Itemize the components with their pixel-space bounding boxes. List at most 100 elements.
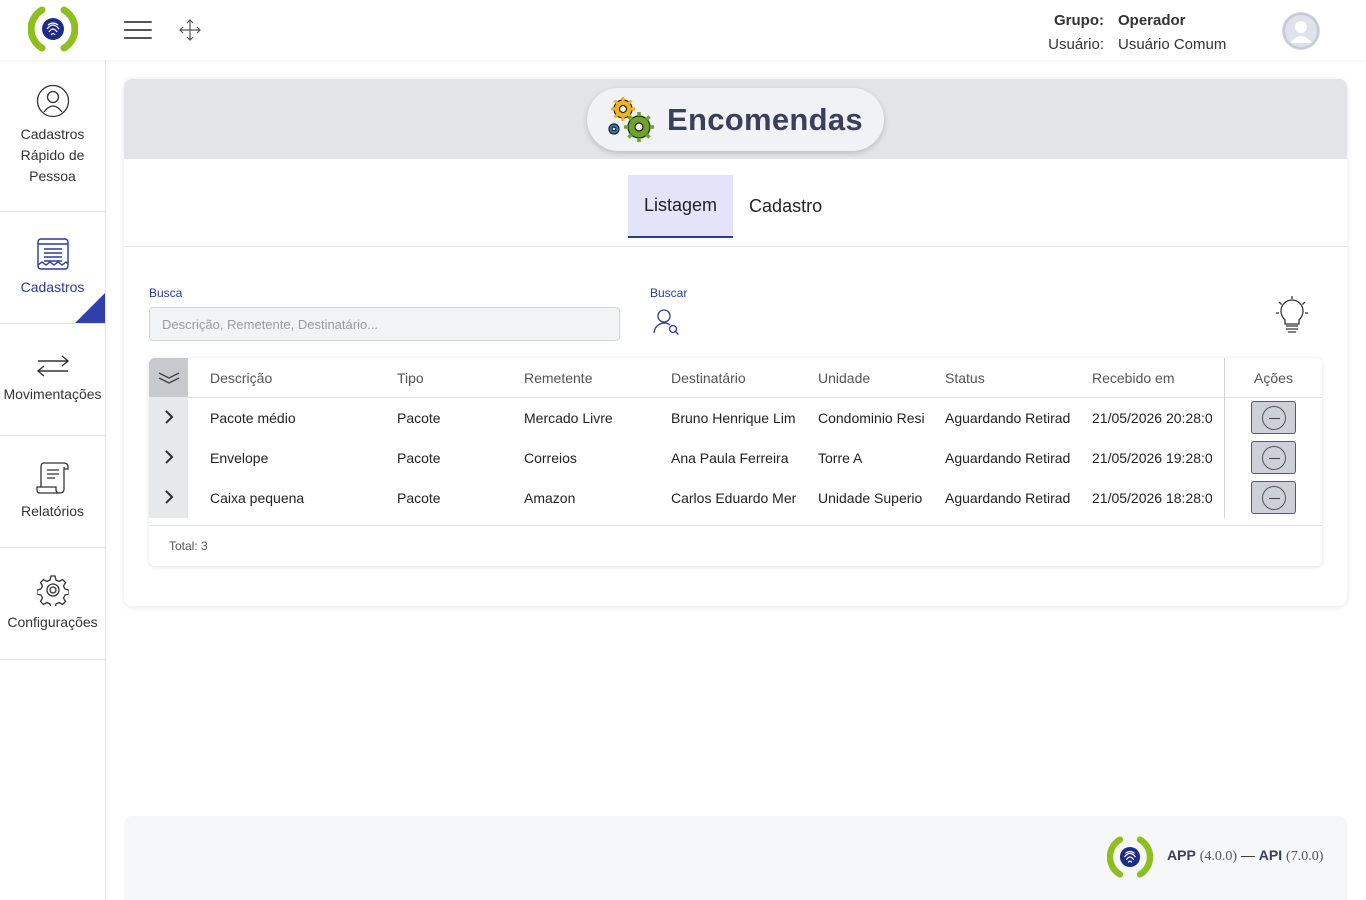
remove-button[interactable] — [1251, 481, 1296, 514]
active-indicator — [75, 293, 105, 323]
buscar-label: Buscar — [650, 286, 688, 300]
tab-bar: Listagem Cadastro — [628, 175, 838, 238]
gear-icon — [36, 575, 69, 606]
actions-column: Ações — [1224, 358, 1322, 518]
cell-destinatario: Ana Paula Ferreira — [671, 450, 789, 466]
remove-button[interactable] — [1251, 441, 1296, 474]
encomendas-table: Descrição Tipo Remetente Destinatário Un… — [149, 358, 1322, 566]
cell-recebido-em: 21/05/2026 19:28:0 — [1092, 450, 1213, 466]
expand-column — [149, 358, 188, 518]
transfer-arrows-icon — [36, 355, 69, 377]
report-scroll-icon — [35, 462, 69, 494]
cell-descricao: Pacote médio — [210, 410, 296, 426]
sidebar: Cadastros Rápido de Pessoa Cadastros Mov… — [0, 60, 106, 900]
sidebar-item-cadastros[interactable]: Cadastros — [0, 212, 105, 324]
top-bar: Grupo: Operador Usuário: Usuário Comum — [0, 0, 1366, 60]
column-header[interactable]: Unidade — [818, 358, 928, 398]
page-title-badge: Encomendas — [587, 88, 884, 151]
footer-logo — [1106, 836, 1154, 878]
sidebar-item-movimentacoes[interactable]: Movimentações — [0, 324, 105, 436]
cell-tipo: Pacote — [397, 450, 441, 466]
cell-recebido-em: 21/05/2026 18:28:0 — [1092, 490, 1213, 506]
version-separator: — — [1240, 847, 1255, 863]
cell-remetente: Amazon — [524, 490, 576, 506]
user-label: Usuário: — [1048, 35, 1104, 53]
cell-unidade: Unidade Superio — [818, 490, 923, 506]
user-search-icon — [653, 309, 679, 335]
cell-unidade: Condominio Resi — [818, 410, 925, 426]
sidebar-item-configuracoes[interactable]: Configurações — [0, 548, 105, 660]
table-total: Total: 3 — [149, 525, 1322, 566]
cell-status: Aguardando Retirad — [945, 490, 1071, 506]
remove-button[interactable] — [1251, 401, 1296, 434]
table-row[interactable]: Caixa pequena Pacote Amazon Carlos Eduar… — [188, 478, 1225, 518]
api-version: (7.0.0) — [1286, 849, 1324, 864]
minus-circle-icon — [1261, 405, 1286, 430]
collapse-all-toggle[interactable] — [149, 358, 188, 397]
table-row[interactable]: Pacote médio Pacote Mercado Livre Bruno … — [188, 398, 1225, 438]
app-logo[interactable] — [27, 6, 79, 52]
divider — [124, 246, 1347, 247]
user-circle-icon — [36, 84, 69, 118]
tab-listagem[interactable]: Listagem — [628, 175, 734, 238]
tab-cadastro[interactable]: Cadastro — [733, 175, 838, 238]
version-info: APP (4.0.0) — API (7.0.0) — [1167, 847, 1323, 865]
page-title: Encomendas — [667, 101, 863, 137]
cell-destinatario: Bruno Henrique Lim — [671, 410, 796, 426]
user-value: Usuário Comum — [1118, 35, 1227, 53]
footer: APP (4.0.0) — API (7.0.0) — [124, 816, 1347, 900]
chevron-right-icon — [164, 490, 173, 504]
sidebar-item-cadastro-rapido-pessoa[interactable]: Cadastros Rápido de Pessoa — [0, 60, 105, 212]
column-header[interactable]: Descrição — [210, 358, 380, 398]
sidebar-item-label: Cadastros Rápido de Pessoa — [20, 126, 85, 184]
fullscreen-toggle-icon[interactable] — [178, 18, 202, 42]
cell-descricao: Caixa pequena — [210, 490, 305, 506]
search-user-button[interactable] — [652, 307, 684, 339]
hamburger-menu-icon[interactable] — [124, 18, 152, 42]
app-label: APP — [1167, 847, 1196, 863]
cell-recebido-em: 21/05/2026 20:28:0 — [1092, 410, 1213, 426]
sidebar-item-relatorios[interactable]: Relatórios — [0, 436, 105, 548]
column-header[interactable]: Recebido em — [1092, 358, 1222, 398]
gears-icon — [608, 96, 654, 142]
avatar[interactable] — [1282, 12, 1320, 50]
minus-circle-icon — [1261, 445, 1286, 470]
minus-circle-icon — [1261, 485, 1286, 510]
user-info: Grupo: Operador Usuário: Usuário Comum — [1040, 8, 1260, 56]
search-input[interactable] — [149, 307, 620, 341]
actions-header: Ações — [1225, 358, 1322, 398]
document-list-icon — [36, 238, 69, 270]
table-row[interactable]: Envelope Pacote Correios Ana Paula Ferre… — [188, 438, 1225, 478]
chevron-right-icon — [164, 450, 173, 464]
app-version: (4.0.0) — [1199, 849, 1238, 864]
sidebar-item-label: Relatórios — [20, 503, 85, 519]
cell-remetente: Mercado Livre — [524, 410, 613, 426]
column-header[interactable]: Status — [945, 358, 1075, 398]
row-expand-toggle[interactable] — [149, 477, 188, 517]
encomendas-card: Encomendas Listagem Cadastro Busca Busca… — [124, 79, 1347, 606]
cell-descricao: Envelope — [210, 450, 269, 466]
cell-tipo: Pacote — [397, 490, 441, 506]
table-header: Descrição Tipo Remetente Destinatário Un… — [188, 358, 1225, 398]
column-header[interactable]: Destinatário — [671, 358, 801, 398]
cell-tipo: Pacote — [397, 410, 441, 426]
cell-destinatario: Carlos Eduardo Mer — [671, 490, 797, 506]
card-header: Encomendas — [124, 79, 1347, 159]
column-header[interactable]: Remetente — [524, 358, 654, 398]
row-expand-toggle[interactable] — [149, 397, 188, 437]
cell-unidade: Torre A — [818, 450, 863, 466]
column-header[interactable]: Tipo — [397, 358, 507, 398]
cell-remetente: Correios — [524, 450, 577, 466]
double-chevron-down-icon — [158, 371, 179, 384]
group-label: Grupo: — [1054, 11, 1104, 29]
chevron-right-icon — [164, 410, 173, 424]
api-label: API — [1258, 847, 1283, 863]
cell-status: Aguardando Retirad — [945, 410, 1071, 426]
cell-status: Aguardando Retirad — [945, 450, 1071, 466]
row-expand-toggle[interactable] — [149, 437, 188, 477]
search-label: Busca — [149, 286, 183, 300]
group-value: Operador — [1118, 11, 1186, 29]
sidebar-item-label: Movimentações — [3, 386, 102, 402]
sidebar-item-label: Configurações — [7, 614, 98, 630]
lightbulb-icon[interactable] — [1274, 294, 1310, 334]
